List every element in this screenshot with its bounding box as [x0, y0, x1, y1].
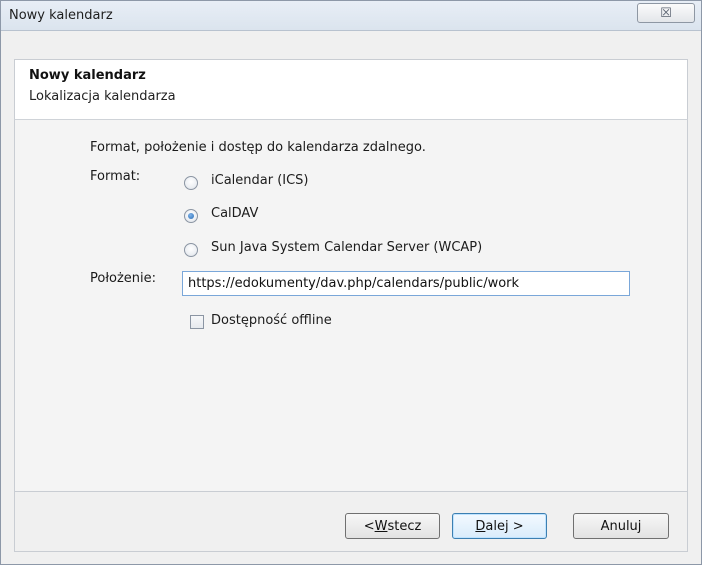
radio-icalendar[interactable]: [184, 176, 198, 190]
back-button-mnemonic: W: [374, 518, 388, 534]
next-button[interactable]: Dalej >: [452, 513, 547, 539]
format-label: Format:: [90, 169, 141, 184]
offline-checkbox-label[interactable]: Dostępność offline: [211, 313, 332, 328]
title-bar: Nowy kalendarz ☒: [1, 1, 701, 31]
offline-checkbox[interactable]: [190, 315, 204, 329]
window-title: Nowy kalendarz: [9, 8, 113, 23]
location-input[interactable]: [182, 271, 630, 296]
close-button[interactable]: ☒: [637, 3, 695, 23]
location-label: Położenie:: [90, 271, 157, 286]
next-button-rest: alej >: [485, 518, 524, 534]
radio-caldav[interactable]: [184, 209, 198, 223]
radio-wcap[interactable]: [184, 243, 198, 257]
radio-caldav-label[interactable]: CalDAV: [211, 206, 258, 221]
radio-wcap-label[interactable]: Sun Java System Calendar Server (WCAP): [211, 240, 482, 255]
wizard-header: Nowy kalendarz Lokalizacja kalendarza: [14, 59, 688, 119]
next-button-mnemonic: D: [475, 518, 486, 534]
radio-icalendar-label[interactable]: iCalendar (ICS): [211, 173, 309, 188]
page-subtitle: Lokalizacja kalendarza: [29, 89, 176, 104]
close-icon: ☒: [660, 5, 672, 21]
back-button-prefix: <: [363, 518, 375, 534]
back-button[interactable]: < Wstecz: [345, 513, 440, 539]
description-text: Format, położenie i dostęp do kalendarza…: [90, 140, 426, 155]
back-button-rest: stecz: [387, 518, 422, 534]
cancel-button[interactable]: Anuluj: [573, 513, 669, 539]
page-title: Nowy kalendarz: [29, 68, 146, 83]
